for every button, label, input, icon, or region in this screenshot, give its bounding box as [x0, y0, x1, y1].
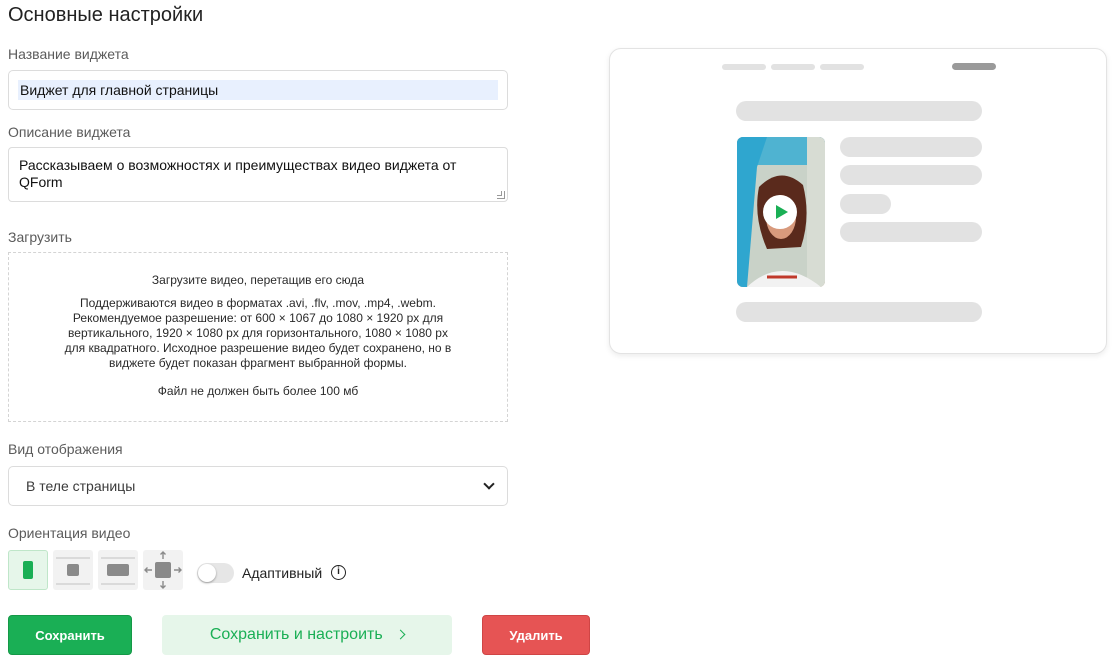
delete-button[interactable]: Удалить [482, 615, 590, 655]
orientation-square-button[interactable] [53, 550, 93, 590]
chevron-down-icon [483, 478, 495, 490]
adaptive-label: Адаптивный [242, 565, 323, 581]
preview-heading-placeholder [736, 101, 982, 121]
save-and-configure-button[interactable]: Сохранить и настроить [162, 615, 452, 655]
widget-description-textarea[interactable]: Рассказываем о возможностях и преимущест… [8, 147, 508, 202]
orientation-vertical-button[interactable] [8, 550, 48, 590]
video-dropzone[interactable]: Загрузите видео, перетащив его сюда Подд… [8, 252, 508, 422]
preview-nav-button-placeholder [952, 63, 996, 70]
dropzone-formats: Поддерживаются видео в форматах .avi, .f… [64, 296, 452, 370]
preview-nav-placeholder [722, 64, 766, 70]
preview-text-placeholder [840, 222, 982, 242]
preview-text-placeholder [840, 137, 982, 157]
display-mode-label: Вид отображения [8, 441, 123, 457]
placeholder-line [56, 583, 90, 585]
orientation-label: Ориентация видео [8, 525, 131, 541]
placeholder-line [101, 557, 135, 559]
preview-nav-placeholder [820, 64, 864, 70]
toggle-knob [198, 564, 216, 582]
info-icon[interactable]: i [331, 565, 346, 580]
page-title: Основные настройки [8, 4, 204, 26]
widget-preview [609, 48, 1107, 354]
widget-description-label: Описание виджета [8, 124, 131, 140]
preview-text-placeholder [840, 194, 891, 214]
orientation-fullscreen-button[interactable] [143, 550, 183, 590]
horizontal-icon [107, 564, 129, 576]
placeholder-line [101, 583, 135, 585]
adaptive-toggle[interactable] [197, 563, 234, 583]
fullscreen-icon [144, 551, 182, 589]
widget-name-label: Название виджета [8, 46, 129, 62]
play-icon [763, 195, 797, 229]
dropzone-hint: Загрузите видео, перетащив его сюда [151, 273, 365, 287]
resize-grip-icon[interactable] [497, 191, 505, 199]
widget-name-input[interactable]: Виджет для главной страницы [8, 70, 508, 110]
orientation-horizontal-button[interactable] [98, 550, 138, 590]
vertical-icon [23, 561, 33, 579]
dropzone-size-limit: Файл не должен быть более 100 мб [157, 384, 359, 398]
preview-footer-placeholder [736, 302, 982, 322]
preview-nav-placeholder [771, 64, 815, 70]
save-button[interactable]: Сохранить [8, 615, 132, 655]
save-and-configure-label: Сохранить и настроить [209, 626, 383, 643]
square-icon [67, 564, 79, 576]
chevron-right-icon [395, 629, 406, 640]
display-mode-value: В теле страницы [26, 478, 136, 494]
preview-video-thumbnail [737, 137, 825, 287]
upload-label: Загрузить [8, 229, 72, 245]
display-mode-select[interactable]: В теле страницы [8, 466, 508, 506]
widget-description-value: Рассказываем о возможностях и преимущест… [19, 157, 457, 190]
preview-text-placeholder [840, 165, 982, 185]
widget-name-value: Виджет для главной страницы [18, 80, 498, 100]
placeholder-line [56, 557, 90, 559]
